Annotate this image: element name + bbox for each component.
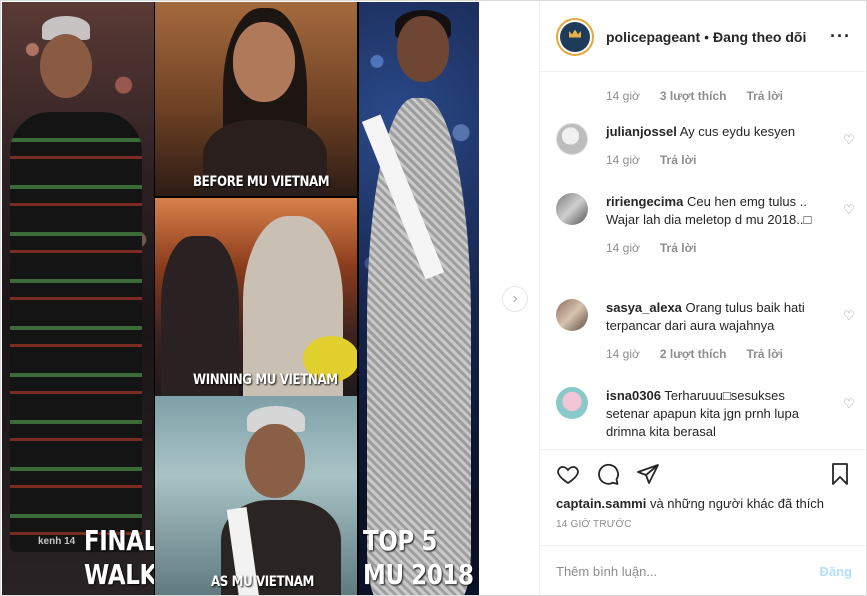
reply-button[interactable]: Trả lời: [660, 241, 697, 255]
as-mu-caption: AS MU VIETNAM: [211, 574, 314, 590]
comment-item: julianjossel Ay cus eydu kesyen 14 giờ T…: [556, 123, 856, 167]
post-comment-button[interactable]: Đăng: [820, 564, 853, 579]
heart-icon[interactable]: ♡: [842, 203, 856, 217]
comment-item: ririengecima Ceu hen emg tulus .. Wajar …: [556, 193, 856, 255]
post-actions: captain.sammi và những người khác đã thí…: [540, 449, 866, 530]
following-button[interactable]: Đang theo dõi: [713, 29, 806, 45]
heart-icon[interactable]: ♡: [842, 397, 856, 411]
reply-button[interactable]: Trả lời: [746, 347, 783, 361]
post-header: policepageant • Đang theo dõi ···: [540, 2, 866, 72]
comment-text: Ay cus eydu kesyen: [679, 124, 796, 139]
post-timestamp[interactable]: 14 GIỜ TRƯỚC: [556, 519, 852, 530]
avatar[interactable]: [556, 193, 588, 225]
chevron-right-icon[interactable]: ›: [502, 286, 528, 312]
avatar[interactable]: [556, 17, 594, 56]
comment-input[interactable]: [556, 564, 820, 579]
avatar[interactable]: [556, 299, 588, 331]
likes-rest[interactable]: và những người khác đã thích: [646, 496, 824, 511]
instagram-post: FINAL WALK kenh 14 BEFORE MU VIETNAM WIN…: [0, 0, 867, 596]
comment-likes[interactable]: 3 lượt thích: [660, 89, 727, 103]
final-walk-photo: FINAL WALK kenh 14: [2, 2, 154, 595]
header-separator: •: [704, 28, 710, 45]
avatar[interactable]: [556, 387, 588, 419]
comment-username[interactable]: ririengecima: [606, 194, 683, 209]
comment-time: 14 giờ: [606, 241, 640, 255]
comment-time: 14 giờ: [606, 153, 640, 167]
comment-time: 14 giờ: [606, 89, 640, 103]
final-walk-caption: FINAL WALK: [84, 524, 154, 591]
post-sidebar: policepageant • Đang theo dõi ··· 14 giờ…: [539, 2, 866, 595]
comment-username[interactable]: sasya_alexa: [606, 300, 682, 315]
comment-meta: 14 giờ 2 lượt thích Trả lời: [606, 347, 856, 361]
comment-meta: 14 giờ Trả lời: [606, 241, 856, 255]
police-pageant-logo: [560, 21, 590, 52]
likes-summary: captain.sammi và những người khác đã thí…: [556, 496, 852, 511]
top5-photo: TOP 5 MU 2018: [359, 2, 479, 595]
liker-username[interactable]: captain.sammi: [556, 496, 646, 511]
as-mu-photo: AS MU VIETNAM: [155, 396, 357, 595]
bookmark-icon[interactable]: [828, 462, 852, 486]
add-comment-bar: Đăng: [540, 545, 866, 595]
reply-button[interactable]: Trả lời: [746, 89, 783, 103]
comment-username[interactable]: isna0306: [606, 388, 661, 403]
top5-caption: TOP 5 MU 2018: [363, 524, 474, 591]
avatar[interactable]: [556, 123, 588, 155]
comment-username[interactable]: julianjossel: [606, 124, 677, 139]
heart-icon[interactable]: ♡: [842, 309, 856, 323]
comment-likes[interactable]: 2 lượt thích: [660, 347, 727, 361]
before-mu-photo: BEFORE MU VIETNAM: [155, 2, 357, 196]
comment-meta: 14 giờ 3 lượt thích Trả lời: [606, 89, 783, 103]
post-author-username[interactable]: policepageant: [606, 29, 700, 45]
comments-list[interactable]: 14 giờ 3 lượt thích Trả lời julianjossel…: [540, 73, 866, 447]
comment-icon[interactable]: [596, 462, 620, 486]
share-icon[interactable]: [636, 462, 660, 486]
heart-icon[interactable]: ♡: [842, 133, 856, 147]
comment-meta: 14 giờ Trả lời: [606, 153, 856, 167]
before-caption: BEFORE MU VIETNAM: [193, 174, 330, 190]
heart-icon[interactable]: [556, 462, 580, 486]
kenh14-watermark: kenh 14: [38, 536, 76, 547]
more-options-icon[interactable]: ···: [830, 26, 851, 47]
comment-time: 14 giờ: [606, 347, 640, 361]
winning-mu-photo: WINNING MU VIETNAM: [155, 198, 357, 396]
comment-item: sasya_alexa Orang tulus baik hati terpan…: [556, 299, 856, 361]
winning-caption: WINNING MU VIETNAM: [193, 372, 338, 388]
reply-button[interactable]: Trả lời: [660, 153, 697, 167]
comment-item: isna0306 Terharuuu□sesukses setenar apap…: [556, 387, 856, 441]
post-media[interactable]: FINAL WALK kenh 14 BEFORE MU VIETNAM WIN…: [2, 2, 538, 595]
